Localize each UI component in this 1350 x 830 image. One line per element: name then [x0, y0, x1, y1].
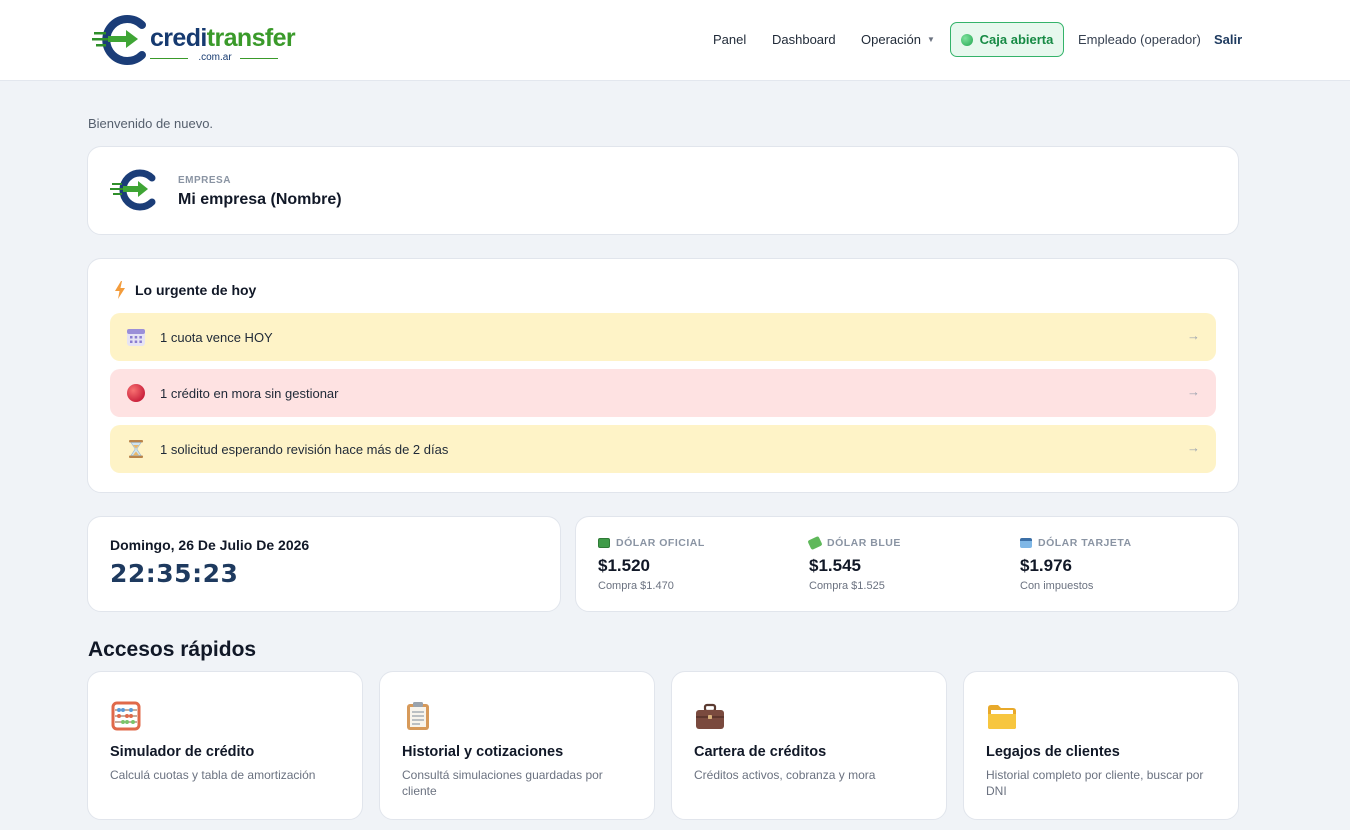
dolar-tarjeta-label: DÓLAR TARJETA	[1038, 537, 1132, 549]
qa-title: Simulador de crédito	[110, 744, 255, 760]
empresa-card: EMPRESA Mi empresa (Nombre)	[87, 146, 1239, 235]
current-date: Domingo, 26 De Julio De 2026	[110, 537, 310, 553]
qa-description: Historial completo por cliente, buscar p…	[986, 768, 1204, 798]
dolar-blue-label: DÓLAR BLUE	[827, 537, 901, 549]
welcome-message: Bienvenido de nuevo.	[88, 116, 214, 131]
green-circle-icon	[960, 33, 973, 46]
urgent-card: Lo urgente de hoy 1 cuota vence HOY → 1 …	[87, 258, 1239, 493]
folder-icon	[988, 705, 1016, 729]
red-circle-icon	[127, 384, 145, 402]
lightning-icon	[115, 281, 125, 299]
briefcase-icon	[696, 703, 724, 729]
alert-text: 1 solicitud esperando revisión hace más …	[160, 442, 449, 457]
qa-description: Calculá cuotas y tabla de amortización	[110, 768, 316, 782]
logo-mark-icon	[92, 15, 146, 65]
dolar-tarjeta-value: $1.976	[1020, 556, 1072, 575]
dolar-oficial-sub: Compra $1.470	[598, 580, 674, 592]
logout-link[interactable]: Salir	[1214, 32, 1242, 47]
banknote-icon	[598, 538, 610, 548]
urgent-title: Lo urgente de hoy	[135, 282, 257, 298]
exchange-rates-card: DÓLAR OFICIAL $1.520 Compra $1.470 DÓLAR…	[575, 516, 1239, 612]
calendar-icon	[127, 329, 145, 346]
abacus-icon	[111, 701, 141, 731]
empresa-logo-icon	[110, 169, 156, 211]
datetime-card: Domingo, 26 De Julio De 2026 22:35:23	[87, 516, 561, 612]
qa-description: Créditos activos, cobranza y mora	[694, 768, 876, 782]
nav-operacion-dropdown[interactable]: Operación ▼	[861, 32, 935, 47]
chevron-down-icon: ▼	[926, 35, 935, 44]
user-role-label[interactable]: Empleado (operador)	[1078, 32, 1201, 47]
nav-panel-link[interactable]: Panel	[713, 32, 746, 47]
qa-cartera-card[interactable]: Cartera de créditos Créditos activos, co…	[671, 671, 947, 820]
arrow-right-icon: →	[1187, 440, 1200, 455]
dolar-oficial: DÓLAR OFICIAL $1.520 Compra $1.470	[598, 535, 788, 592]
arrow-right-icon: →	[1187, 384, 1200, 399]
credit-card-icon	[1020, 538, 1032, 548]
flying-money-icon	[807, 535, 823, 551]
dolar-tarjeta: DÓLAR TARJETA $1.976 Con impuestos	[1020, 535, 1210, 592]
quick-access-title: Accesos rápidos	[88, 638, 257, 661]
logo-domain: .com.ar	[198, 52, 232, 63]
dolar-oficial-value: $1.520	[598, 556, 650, 575]
caja-label: Caja abierta	[979, 32, 1054, 47]
nav-operacion-label: Operación	[861, 32, 921, 47]
alert-solicitud-revision[interactable]: 1 solicitud esperando revisión hace más …	[110, 425, 1216, 473]
empresa-name: Mi empresa (Nombre)	[178, 191, 342, 208]
empresa-label: EMPRESA	[178, 175, 231, 186]
creditransfer-logo[interactable]: creditransfer .com.ar	[92, 14, 296, 66]
dolar-tarjeta-sub: Con impuestos	[1020, 580, 1094, 592]
dolar-blue-sub: Compra $1.525	[809, 580, 885, 592]
nav-dashboard-link[interactable]: Dashboard	[772, 32, 836, 47]
alert-credito-mora[interactable]: 1 crédito en mora sin gestionar →	[110, 369, 1216, 417]
qa-description: Consultá simulaciones guardadas por clie…	[402, 768, 603, 798]
hourglass-icon	[129, 440, 143, 458]
top-navbar: creditransfer .com.ar Panel Dashboard Op…	[0, 0, 1350, 81]
qa-title: Cartera de créditos	[694, 744, 827, 760]
qa-historial-card[interactable]: Historial y cotizaciones Consultá simula…	[379, 671, 655, 820]
logo-wordmark: creditransfer	[150, 24, 296, 52]
dolar-blue: DÓLAR BLUE $1.545 Compra $1.525	[807, 535, 999, 592]
qa-legajos-card[interactable]: Legajos de clientes Historial completo p…	[963, 671, 1239, 820]
alert-text: 1 crédito en mora sin gestionar	[160, 386, 339, 401]
arrow-right-icon: →	[1187, 328, 1200, 343]
clipboard-icon	[407, 702, 429, 730]
current-time: 22:35:23	[110, 559, 239, 588]
caja-abierta-button[interactable]: Caja abierta	[950, 22, 1064, 57]
qa-simulador-card[interactable]: Simulador de crédito Calculá cuotas y ta…	[87, 671, 363, 820]
qa-title: Legajos de clientes	[986, 744, 1120, 760]
qa-title: Historial y cotizaciones	[402, 744, 564, 760]
dolar-blue-value: $1.545	[809, 556, 861, 575]
dolar-oficial-label: DÓLAR OFICIAL	[616, 537, 705, 549]
alert-cuota-vence[interactable]: 1 cuota vence HOY →	[110, 313, 1216, 361]
alert-text: 1 cuota vence HOY	[160, 330, 273, 345]
